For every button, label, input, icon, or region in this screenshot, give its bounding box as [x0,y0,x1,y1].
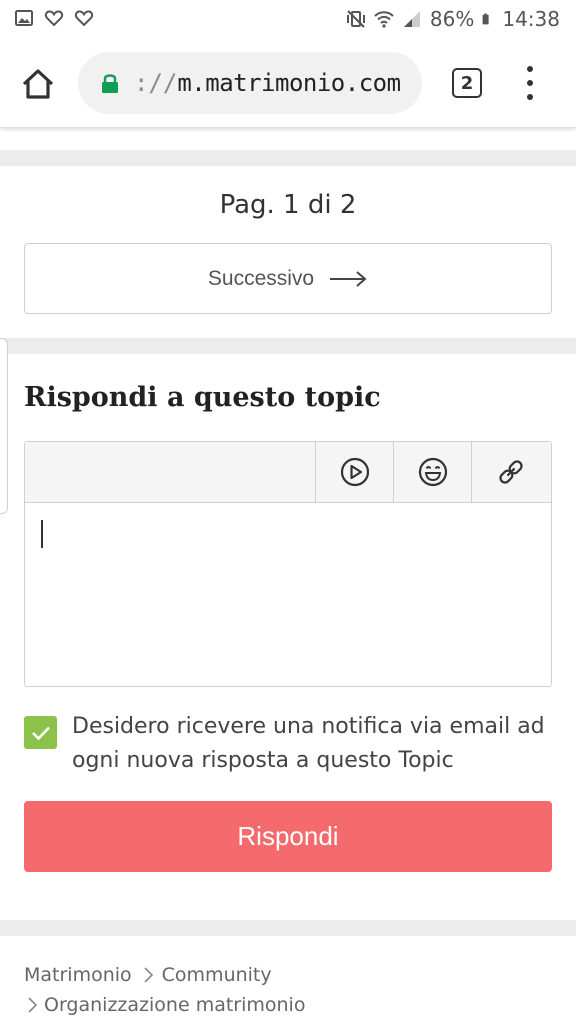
text-cursor [41,520,43,548]
tab-count: 2 [460,72,474,94]
lock-icon [102,74,118,93]
overflow-menu-icon[interactable] [520,66,540,100]
battery-percent: 86% [429,7,475,31]
section-divider [0,150,576,166]
breadcrumb-item-organizzazione[interactable]: Organizzazione matrimonio [44,994,305,1016]
home-icon[interactable] [18,64,58,104]
arrow-right-icon [330,270,367,287]
url-scheme: :// [134,69,178,97]
next-page-label: Successivo [207,266,315,290]
emoji-icon [418,457,447,487]
breadcrumb-item-matrimonio[interactable]: Matrimonio [24,964,132,986]
chevron-right-icon [144,967,153,983]
editor-toolbar [25,442,551,503]
submit-reply-label: Rispondi [237,821,339,851]
reply-heading: Rispondi a questo topic [24,382,381,413]
tab-switcher-button[interactable]: 2 [452,68,482,98]
breadcrumb-item-community[interactable]: Community [162,964,272,986]
url-host: m.matrimonio.com [177,69,401,97]
reply-editor[interactable] [24,441,552,687]
notify-label: Desidero ricevere una notifica via email… [72,714,545,773]
chevron-right-icon [28,997,38,1013]
clock: 14:38 [502,7,560,31]
heart-outline-icon [44,10,64,27]
mute-vibrate-icon [346,10,365,28]
page-indicator: Pag. 1 di 2 [219,190,357,220]
address-bar[interactable]: :// m.matrimonio.com [78,52,422,114]
link-icon [498,460,523,484]
video-play-icon [340,457,369,487]
browser-toolbar: :// m.matrimonio.com 2 [0,40,576,128]
insert-emoji-button[interactable] [393,442,471,502]
submit-reply-button[interactable]: Rispondi [24,801,552,872]
status-bar: 86% 14:38 [0,0,576,40]
wifi-icon [374,11,394,28]
image-icon [15,10,33,26]
breadcrumb: Matrimonio Community Organizzazione matr… [24,960,564,1020]
section-divider [0,920,576,936]
side-drawer-handle[interactable] [0,338,8,514]
insert-video-button[interactable] [315,442,393,502]
insert-link-button[interactable] [471,442,549,502]
next-page-button[interactable]: Successivo [24,243,552,314]
heart-outline-icon [74,10,94,27]
signal-icon [403,11,420,27]
system-indicators: 86% 14:38 [346,7,560,31]
section-divider [0,338,576,354]
checkmark-icon [31,726,50,740]
notify-checkbox[interactable] [24,716,57,749]
battery-icon [482,13,489,25]
notification-icons [14,8,94,28]
